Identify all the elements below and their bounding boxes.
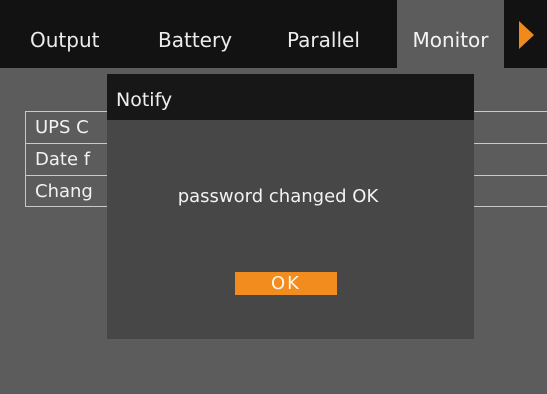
ok-button[interactable]: OK: [235, 272, 337, 295]
tab-battery[interactable]: Battery: [158, 0, 258, 68]
tab-monitor[interactable]: Monitor: [397, 0, 504, 68]
tab-parallel[interactable]: Parallel: [287, 0, 387, 68]
notify-dialog: Notify password changed OK OK: [107, 74, 474, 339]
top-tab-bar: Output Battery Parallel Monitor: [0, 0, 547, 68]
dialog-message: password changed OK: [177, 186, 379, 207]
tab-output[interactable]: Output: [30, 0, 130, 68]
dialog-title: Notify: [107, 74, 474, 120]
next-tab-arrow-icon[interactable]: [519, 21, 534, 49]
